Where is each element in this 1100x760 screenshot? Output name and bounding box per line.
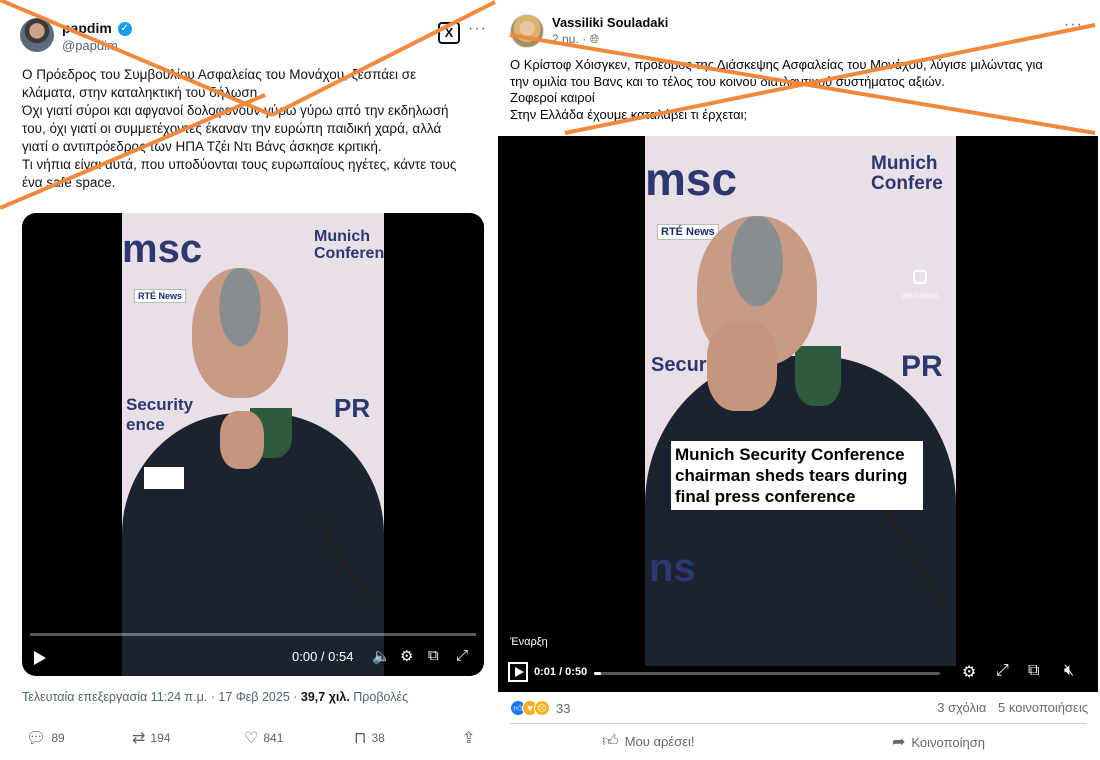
verified-badge-icon: ✓ (117, 22, 132, 37)
backdrop-text: Munich Confere (871, 153, 943, 194)
video-seek-fill (594, 672, 601, 675)
share-icon: ⇪ (462, 730, 476, 747)
backdrop-logo-fragment: PR (334, 393, 371, 423)
video-frame[interactable]: msc Munich Confere RTÉ News Securit PR n… (645, 136, 956, 666)
edited-timestamp[interactable]: Τελευταία επεξεργασία 11:24 π.μ. · 17 Φε… (22, 690, 301, 704)
share-button[interactable]: ➦ Κοινοποίηση (892, 732, 985, 752)
fullscreen-icon[interactable]: ⤢ (996, 662, 1009, 680)
post-text-line: ένα safe space. (22, 175, 116, 190)
video-frame[interactable]: msc Munich Conferen RTÉ News Security en… (122, 213, 384, 676)
post-text-line: Στην Ελλάδα έχουμε καταλάβει τι έρχεται; (510, 106, 748, 122)
video-player[interactable]: msc Munich Confere RTÉ News Securit PR n… (498, 136, 1098, 692)
msc-logo: msc (645, 153, 738, 205)
author-name[interactable]: Vassiliki Souladaki (552, 15, 668, 30)
volume-icon[interactable]: 🔈 (372, 647, 391, 665)
instagram-icon (913, 270, 927, 284)
reply-count: 89 (51, 731, 65, 745)
chapter-label: Έναρξη (510, 636, 548, 648)
video-player[interactable]: msc Munich Conferen RTÉ News Security en… (22, 213, 484, 676)
backdrop-text: Munich Conferen (314, 228, 384, 262)
post-text-line: Ο Πρόεδρος του Συμβουλίου Ασφαλείας του … (22, 67, 417, 82)
divider (510, 723, 1086, 724)
speaker-body (645, 356, 956, 666)
heart-icon: ♡ (244, 730, 259, 747)
post-text: Ο Κρίστοφ Χόισγκεν, πρόεδρος της Διάσκεψ… (510, 57, 1090, 123)
bookmark-count: 38 (371, 731, 385, 745)
facebook-post: Vassiliki Souladaki 2 ημ. · 🌐︎ ··· Ο Κρί… (498, 0, 1100, 760)
video-progress-bar[interactable] (30, 633, 476, 636)
post-text-line: γιατί ο αντιπρόεδρος των ΗΠΑ Τζέι Ντι Βά… (22, 139, 382, 154)
avatar[interactable] (510, 14, 544, 48)
post-text-line: Τι νήπια είναι αυτά, που υποδύονται τους… (22, 157, 457, 172)
speaker-hand (220, 411, 264, 469)
reply-icon: 💬︎ (26, 730, 47, 747)
fullscreen-icon[interactable]: ⤢ (456, 647, 468, 664)
display-name[interactable]: papdim ✓ (62, 20, 132, 37)
post-text-line: Όχι γιατί σύροι και αφγανοί δολοφονούν γ… (22, 103, 449, 118)
mute-icon[interactable]: 🔇︎ (1064, 662, 1074, 680)
view-count: 39,7 χιλ. (300, 690, 350, 704)
sad-reaction-icon: ☹ (534, 700, 550, 716)
twitter-post: papdim ✓ @papdim X ··· Ο Πρόεδρος του Συ… (0, 0, 498, 760)
settings-icon[interactable]: ⚙ (962, 662, 976, 682)
bookmark-button[interactable]: ⊓ 38 (354, 728, 385, 748)
play-icon[interactable] (34, 651, 46, 665)
post-text-line: κλάματα, στην καταληκτική του δήλωση. (22, 85, 261, 100)
user-handle[interactable]: @papdim (62, 38, 118, 53)
like-button[interactable]: ♡ 841 (244, 728, 283, 748)
speaker-hand (707, 321, 777, 411)
post-text-line: Ζοφεροί καιροί (510, 90, 595, 105)
video-time: 0:01 / 0:50 (534, 666, 588, 678)
repost-count: 194 (150, 731, 171, 745)
avatar[interactable] (20, 18, 54, 52)
post-text-line: του, όχι γιατί οι συμμετέχοντες έκαναν τ… (22, 121, 442, 136)
reply-button[interactable]: 💬︎ 89 (26, 728, 65, 748)
pip-icon[interactable]: ⧉ (428, 647, 439, 664)
post-text-line: Ο Κρίστοφ Χόισγκεν, πρόεδρος της Διάσκεψ… (510, 57, 1043, 72)
post-meta: Τελευταία επεξεργασία 11:24 π.μ. · 17 Φε… (22, 690, 408, 704)
msc-logo: msc (122, 227, 203, 271)
comments-link[interactable]: 3 σχόλια (937, 700, 986, 715)
grok-button[interactable]: X (438, 22, 460, 44)
speaker-collar (795, 346, 841, 406)
pip-icon[interactable]: ⧉ (1028, 662, 1039, 680)
globe-icon: 🌐︎ (589, 32, 600, 46)
shares-link[interactable]: 5 κοινοποιήσεις (998, 700, 1088, 715)
post-text-line: την ομιλία του Βανς και το τέλος του κοι… (510, 73, 945, 89)
backdrop-logo-fragment: PR (901, 350, 943, 383)
speaker-head (192, 268, 288, 398)
rte-news-logo: RTÉ News (134, 289, 187, 303)
views-label: Προβολές (349, 690, 409, 704)
post-text: Ο Πρόεδρος του Συμβουλίου Ασφαλείας του … (22, 66, 482, 192)
more-options-icon[interactable]: ··· (468, 20, 487, 38)
redaction-box (144, 467, 184, 489)
msc-logo-bottom: ns (649, 546, 696, 590)
instagram-handle: @RTENEWS (902, 294, 938, 300)
engagement-stats: 3 σχόλια 5 κοινοποιήσεις (929, 700, 1088, 715)
like-button[interactable]: 👍︎ Μου αρέσει! (602, 732, 695, 751)
more-options-icon[interactable]: ··· (1064, 16, 1083, 34)
share-arrow-icon: ➦ (892, 734, 906, 751)
rte-news-logo: RTÉ News (657, 224, 719, 240)
share-button[interactable]: ⇪ (462, 728, 475, 748)
play-button[interactable] (508, 662, 528, 682)
reactions-count: 33 (556, 700, 571, 716)
action-bar: 💬︎ 89 ⇄ 194 ♡ 841 ⊓ 38 ⇪ (22, 728, 482, 750)
thumbs-up-icon: 👍︎ (602, 733, 619, 750)
play-icon (515, 667, 524, 677)
post-time[interactable]: 2 ημ. · 🌐︎ (552, 32, 599, 47)
like-count: 841 (263, 731, 284, 745)
settings-icon[interactable]: ⚙ (400, 647, 413, 665)
bookmark-icon: ⊓ (354, 730, 367, 747)
repost-icon: ⇄ (132, 730, 146, 747)
reactions-summary[interactable]: 👍︎ ♥ ☹ 33 (510, 699, 570, 717)
video-caption: Munich Security Conference chairman shed… (671, 441, 923, 510)
video-seek-bar[interactable] (594, 672, 940, 675)
video-time: 0:00 / 0:54 (292, 649, 354, 664)
repost-button[interactable]: ⇄ 194 (132, 728, 170, 748)
